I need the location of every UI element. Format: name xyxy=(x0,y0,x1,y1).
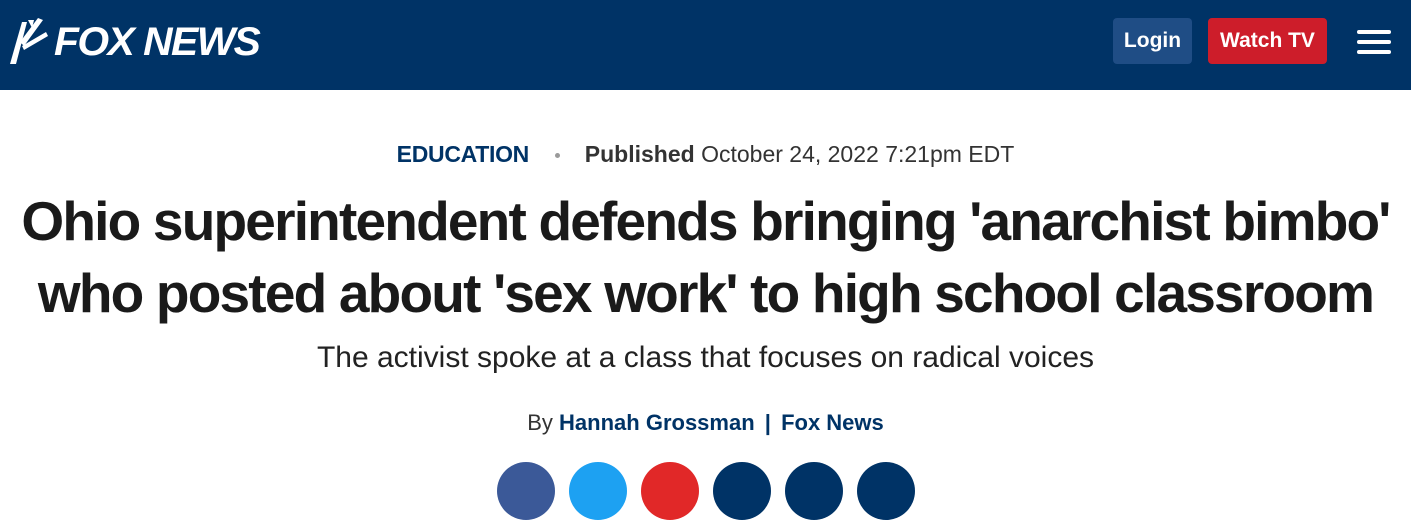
author-link[interactable]: Hannah Grossman xyxy=(559,410,755,435)
meta-separator-dot xyxy=(555,153,561,159)
watch-tv-button[interactable]: Watch TV xyxy=(1208,18,1327,64)
article-subheadline: The activist spoke at a class that focus… xyxy=(316,341,1095,374)
published-date: October 24, 2022 7:21pm EDT xyxy=(701,141,1015,167)
published-label: Published xyxy=(584,141,695,167)
logo-wordmark: FOX NEWS xyxy=(54,20,261,64)
article-meta: EDUCATION Published October 24, 2022 7:2… xyxy=(0,138,1411,170)
byline: By Hannah Grossman | Fox News xyxy=(0,407,1411,439)
flipboard-icon[interactable] xyxy=(641,462,699,520)
article-headline: Ohio superintendent defends bringing 'an… xyxy=(21,190,1391,324)
hamburger-menu-icon[interactable] xyxy=(1357,30,1391,54)
source-link[interactable]: Fox News xyxy=(781,410,884,435)
facebook-icon[interactable] xyxy=(497,462,555,520)
byline-prefix: By xyxy=(527,410,553,435)
searchlight-icon xyxy=(10,18,48,64)
byline-separator: | xyxy=(764,410,771,435)
category-link[interactable]: EDUCATION xyxy=(397,141,530,167)
print-icon[interactable] xyxy=(785,462,843,520)
login-button[interactable]: Login xyxy=(1113,18,1192,64)
twitter-icon[interactable] xyxy=(569,462,627,520)
fox-news-logo[interactable]: FOX NEWS xyxy=(8,14,270,70)
comments-icon[interactable] xyxy=(713,462,771,520)
share-bar xyxy=(0,462,1411,522)
email-icon[interactable] xyxy=(857,462,915,520)
site-header: FOX NEWS Login Watch TV xyxy=(0,0,1411,90)
